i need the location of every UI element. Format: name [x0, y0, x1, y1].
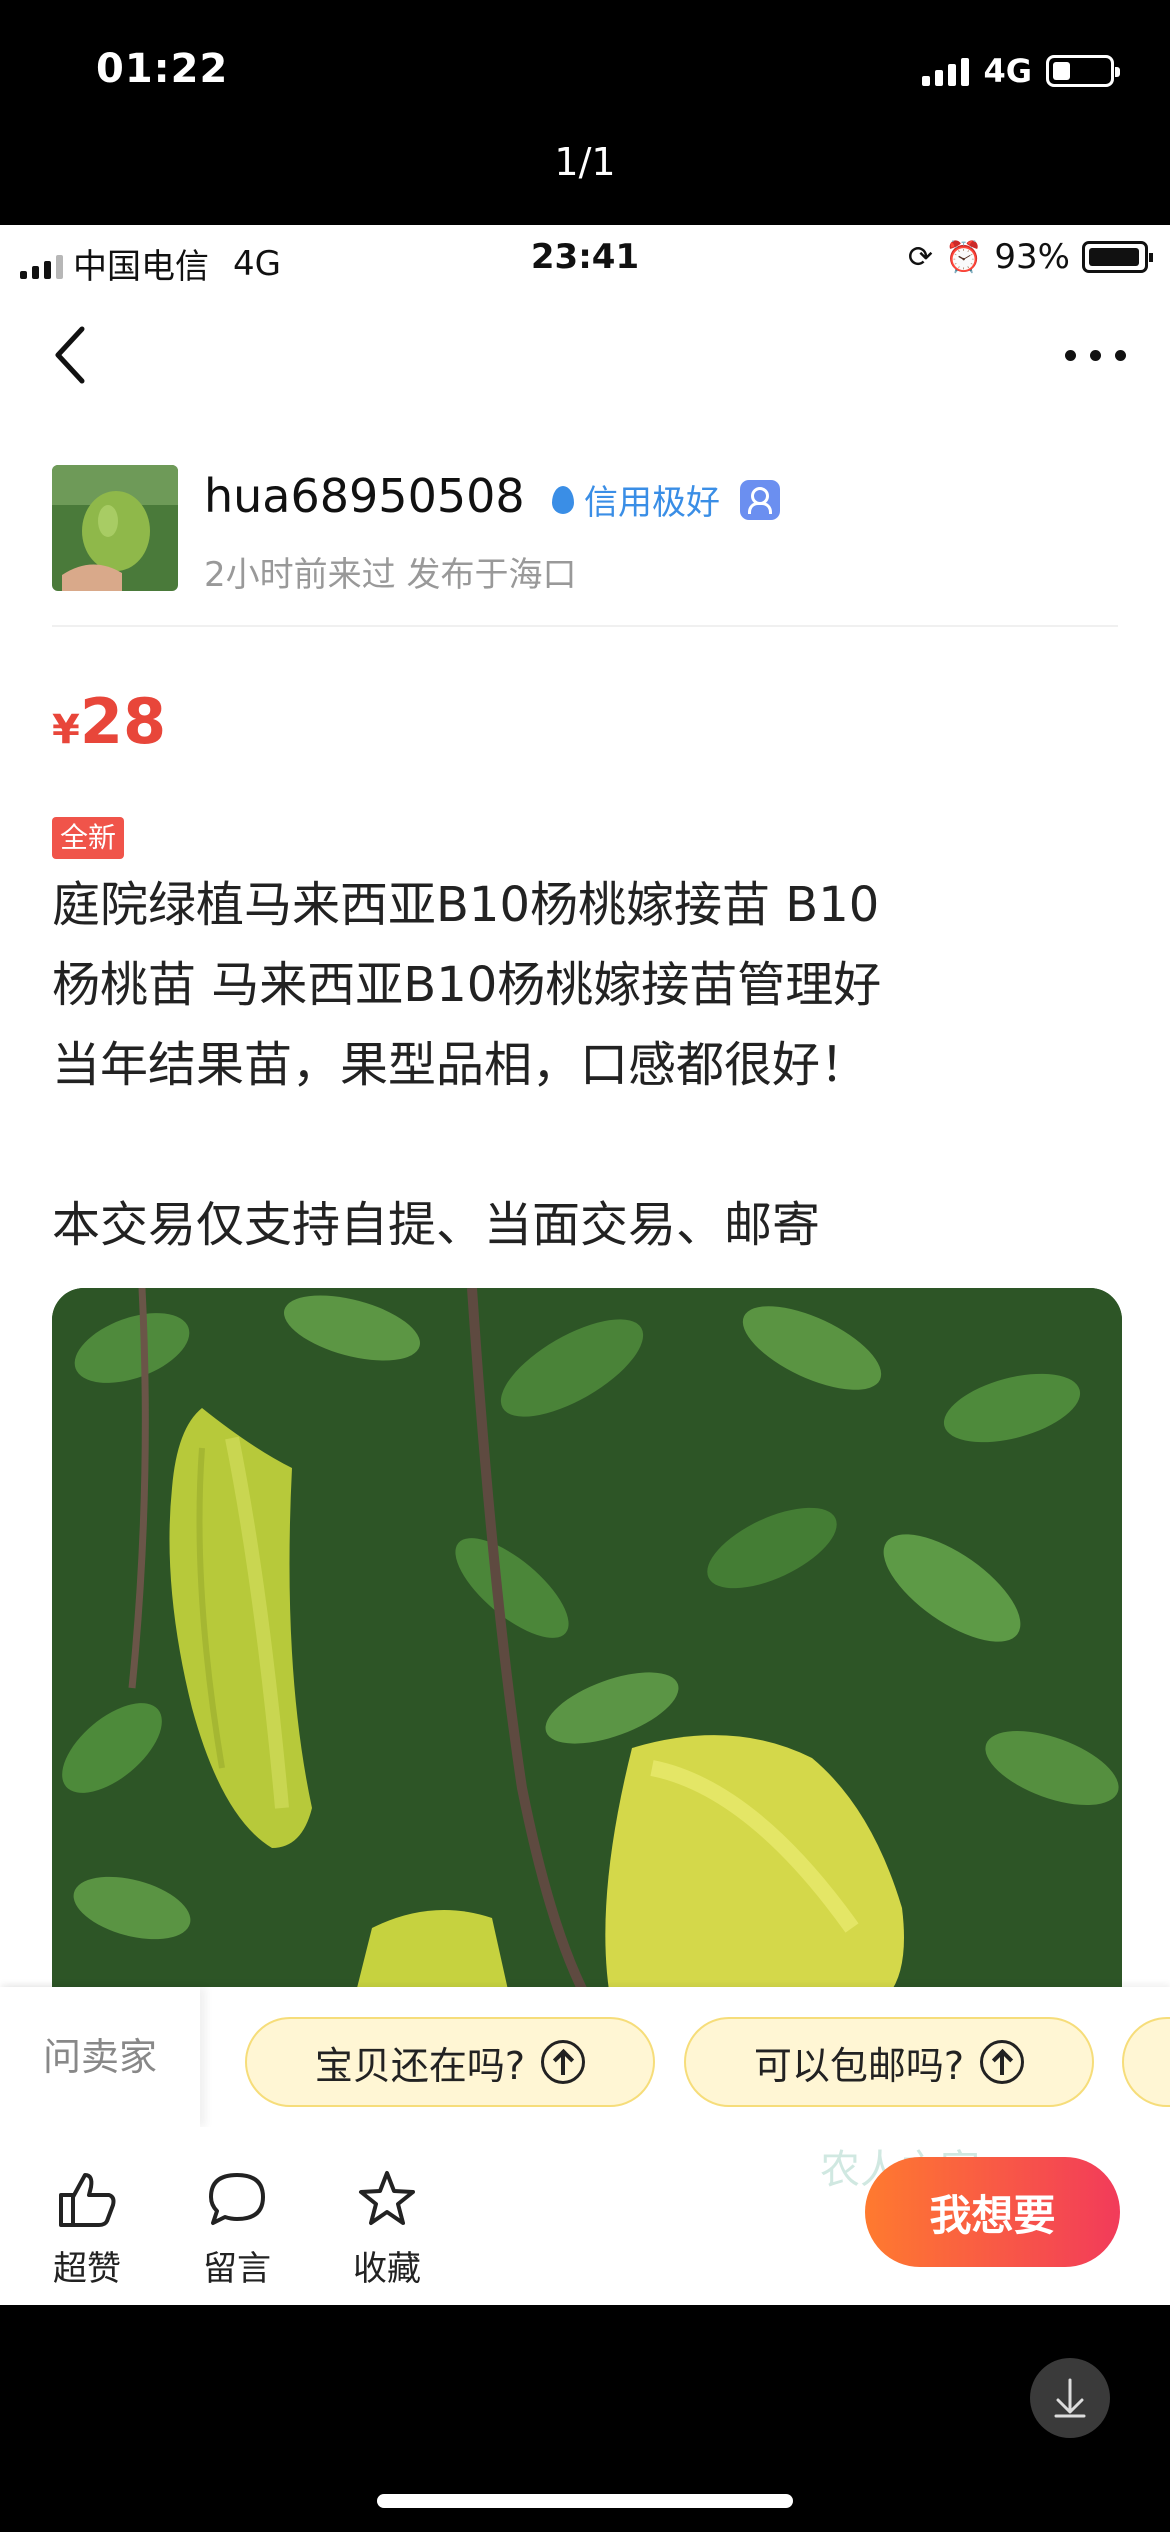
image-pager: 1/1: [554, 140, 616, 184]
chip-label: 宝贝还在吗?: [314, 2043, 526, 2088]
thumbs-up-icon: [59, 2173, 116, 2227]
back-button[interactable]: [52, 325, 92, 385]
home-indicator[interactable]: [377, 2494, 793, 2508]
price-value: 28: [79, 685, 167, 758]
quick-question-chip[interactable]: 可以包邮吗?: [684, 2017, 1094, 2107]
rotation-lock-icon: ⟳: [907, 239, 934, 275]
download-button[interactable]: [1030, 2358, 1110, 2438]
inner-status-icons: ⟳ ⏰ 93%: [907, 237, 1153, 277]
more-button[interactable]: [1065, 350, 1126, 361]
battery-percent: 93%: [994, 237, 1070, 277]
quick-question-chip[interactable]: [1122, 2017, 1170, 2107]
like-label: 超赞: [53, 2249, 121, 2289]
battery-icon: [1082, 241, 1153, 273]
divider: [52, 625, 1118, 627]
network-type: 4G: [983, 52, 1032, 90]
quick-ask-bar: 问卖家 宝贝还在吗? 可以包邮吗?: [0, 1987, 1170, 2127]
condition-tag: 全新: [52, 817, 125, 859]
want-button[interactable]: 我想要: [865, 2157, 1120, 2267]
listing-description: 庭院绿植马来西亚B10杨桃嫁接苗 B10 杨桃苗 马来西亚B10杨桃嫁接苗管理好…: [52, 877, 882, 1253]
chevron-left-icon: [55, 326, 85, 384]
battery-icon: [1046, 55, 1120, 87]
viewer-clock: 01:22: [96, 46, 229, 92]
signal-icon: [922, 56, 970, 86]
chip-label: 可以包邮吗?: [753, 2043, 965, 2088]
like-button[interactable]: 超赞: [32, 2167, 142, 2290]
currency-symbol: ¥: [52, 707, 80, 753]
verified-user-icon: [740, 479, 780, 520]
battery-level: [1089, 248, 1139, 266]
comment-label: 留言: [203, 2249, 271, 2289]
download-icon: [1054, 2378, 1086, 2418]
ask-seller-button[interactable]: 问卖家: [0, 1987, 200, 2127]
viewer-status-icons: 4G: [922, 52, 1120, 90]
avatar[interactable]: [52, 465, 178, 591]
favorite-label: 收藏: [353, 2249, 421, 2289]
comment-button[interactable]: 留言: [182, 2167, 292, 2290]
arrow-up-circle-icon: [541, 2040, 586, 2084]
battery-level: [1053, 62, 1070, 80]
seller-name[interactable]: hua68950508: [204, 469, 525, 523]
arrow-up-circle-icon: [980, 2040, 1025, 2084]
comment-bubble-icon: [209, 2173, 265, 2225]
seller-meta: 2小时前来过 发布于海口: [204, 555, 577, 595]
alarm-icon: ⏰: [945, 239, 983, 275]
credit-label: 信用极好: [584, 483, 720, 523]
viewer-status-bar: 01:22 4G: [0, 0, 1170, 150]
bottom-action-bar: 农人之家 超赞 留言 收藏 我想要: [0, 2127, 1170, 2305]
more-dots-icon: [1065, 350, 1076, 361]
product-photo[interactable]: [52, 1288, 1122, 2008]
credit-badge[interactable]: 信用极好: [552, 475, 780, 524]
favorite-button[interactable]: 收藏: [332, 2167, 442, 2290]
credit-drop-icon: [552, 485, 574, 514]
price: ¥28: [52, 685, 166, 758]
quick-question-chip[interactable]: 宝贝还在吗?: [245, 2017, 655, 2107]
seller-card[interactable]: hua68950508 信用极好 2小时前来过 发布于海口: [52, 465, 1122, 610]
star-icon: [359, 2171, 415, 2225]
listing-screenshot: 中国电信 4G 23:41 ⟳ ⏰ 93% hua68950508 信用极好 2…: [0, 225, 1170, 2305]
inner-status-bar: 中国电信 4G 23:41 ⟳ ⏰ 93%: [0, 225, 1170, 291]
